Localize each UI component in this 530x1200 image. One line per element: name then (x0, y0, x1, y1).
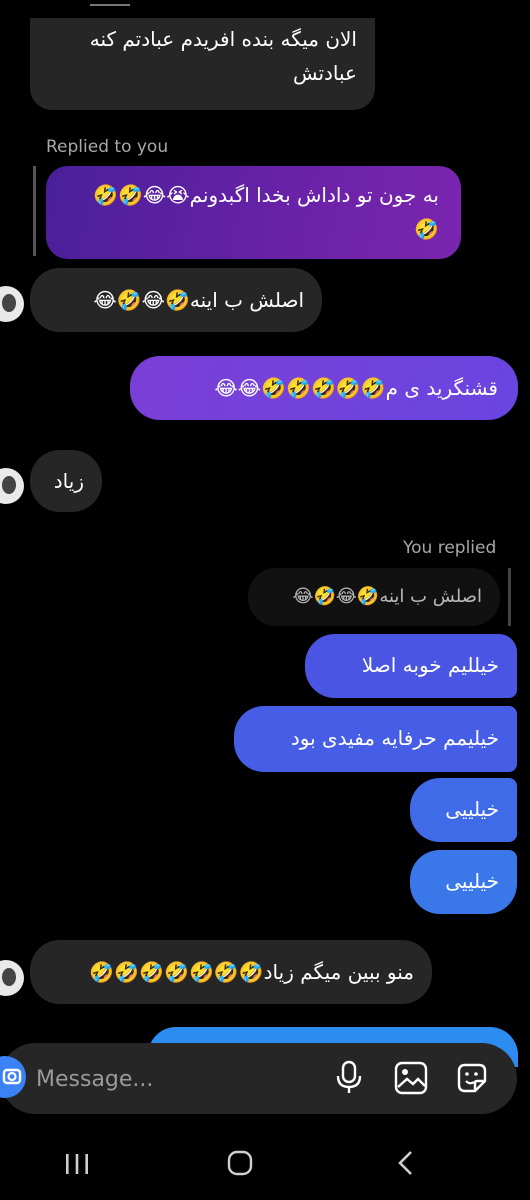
message-bubble-received[interactable]: زیاد (30, 450, 102, 512)
gallery-icon[interactable] (394, 1061, 428, 1095)
avatar[interactable] (0, 960, 24, 996)
reply-quote-bar (33, 166, 36, 256)
avatar[interactable] (0, 468, 24, 504)
message-bubble-quoted[interactable]: اصلش ب اینه🤣😂🤣😂 (248, 568, 500, 626)
home-icon[interactable] (227, 1150, 253, 1176)
message-bubble-received[interactable]: الان میگه بنده افریدم عبادتم کنه عبادتش (30, 18, 375, 110)
reply-label: Replied to you (46, 137, 169, 157)
back-icon[interactable] (395, 1150, 415, 1176)
avatar[interactable] (0, 286, 24, 322)
microphone-icon[interactable] (333, 1060, 365, 1096)
camera-icon[interactable] (0, 1056, 26, 1098)
message-bubble-sent[interactable]: خیلییی (410, 850, 517, 914)
reply-quote-bar (508, 568, 511, 626)
message-bubble-sent[interactable]: خیللیم خوبه اصلا (305, 634, 517, 698)
reply-label: You replied (403, 538, 497, 558)
recent-apps-icon[interactable] (64, 1152, 90, 1176)
message-bubble-sent[interactable]: خیلییی (410, 778, 517, 842)
message-bubble-sent[interactable]: خیلیمم حرفایه مفیدی بود (234, 706, 517, 772)
sticker-icon[interactable] (455, 1061, 489, 1095)
message-input[interactable] (34, 1060, 318, 1098)
message-bubble-received[interactable]: منو ببین میگم زیاد🤣🤣🤣🤣🤣🤣🤣 (30, 940, 432, 1004)
message-bubble-quoted[interactable]: به جون تو داداش بخدا اگبدونم😭😂🤣🤣 🤣 (46, 166, 461, 259)
top-fragment (90, 0, 130, 6)
message-bubble-sent[interactable]: قشنگرید ی م🤣🤣🤣🤣🤣😂😂 (130, 356, 518, 420)
message-bubble-received[interactable]: اصلش ب اینه🤣😂🤣😂 (30, 268, 322, 332)
